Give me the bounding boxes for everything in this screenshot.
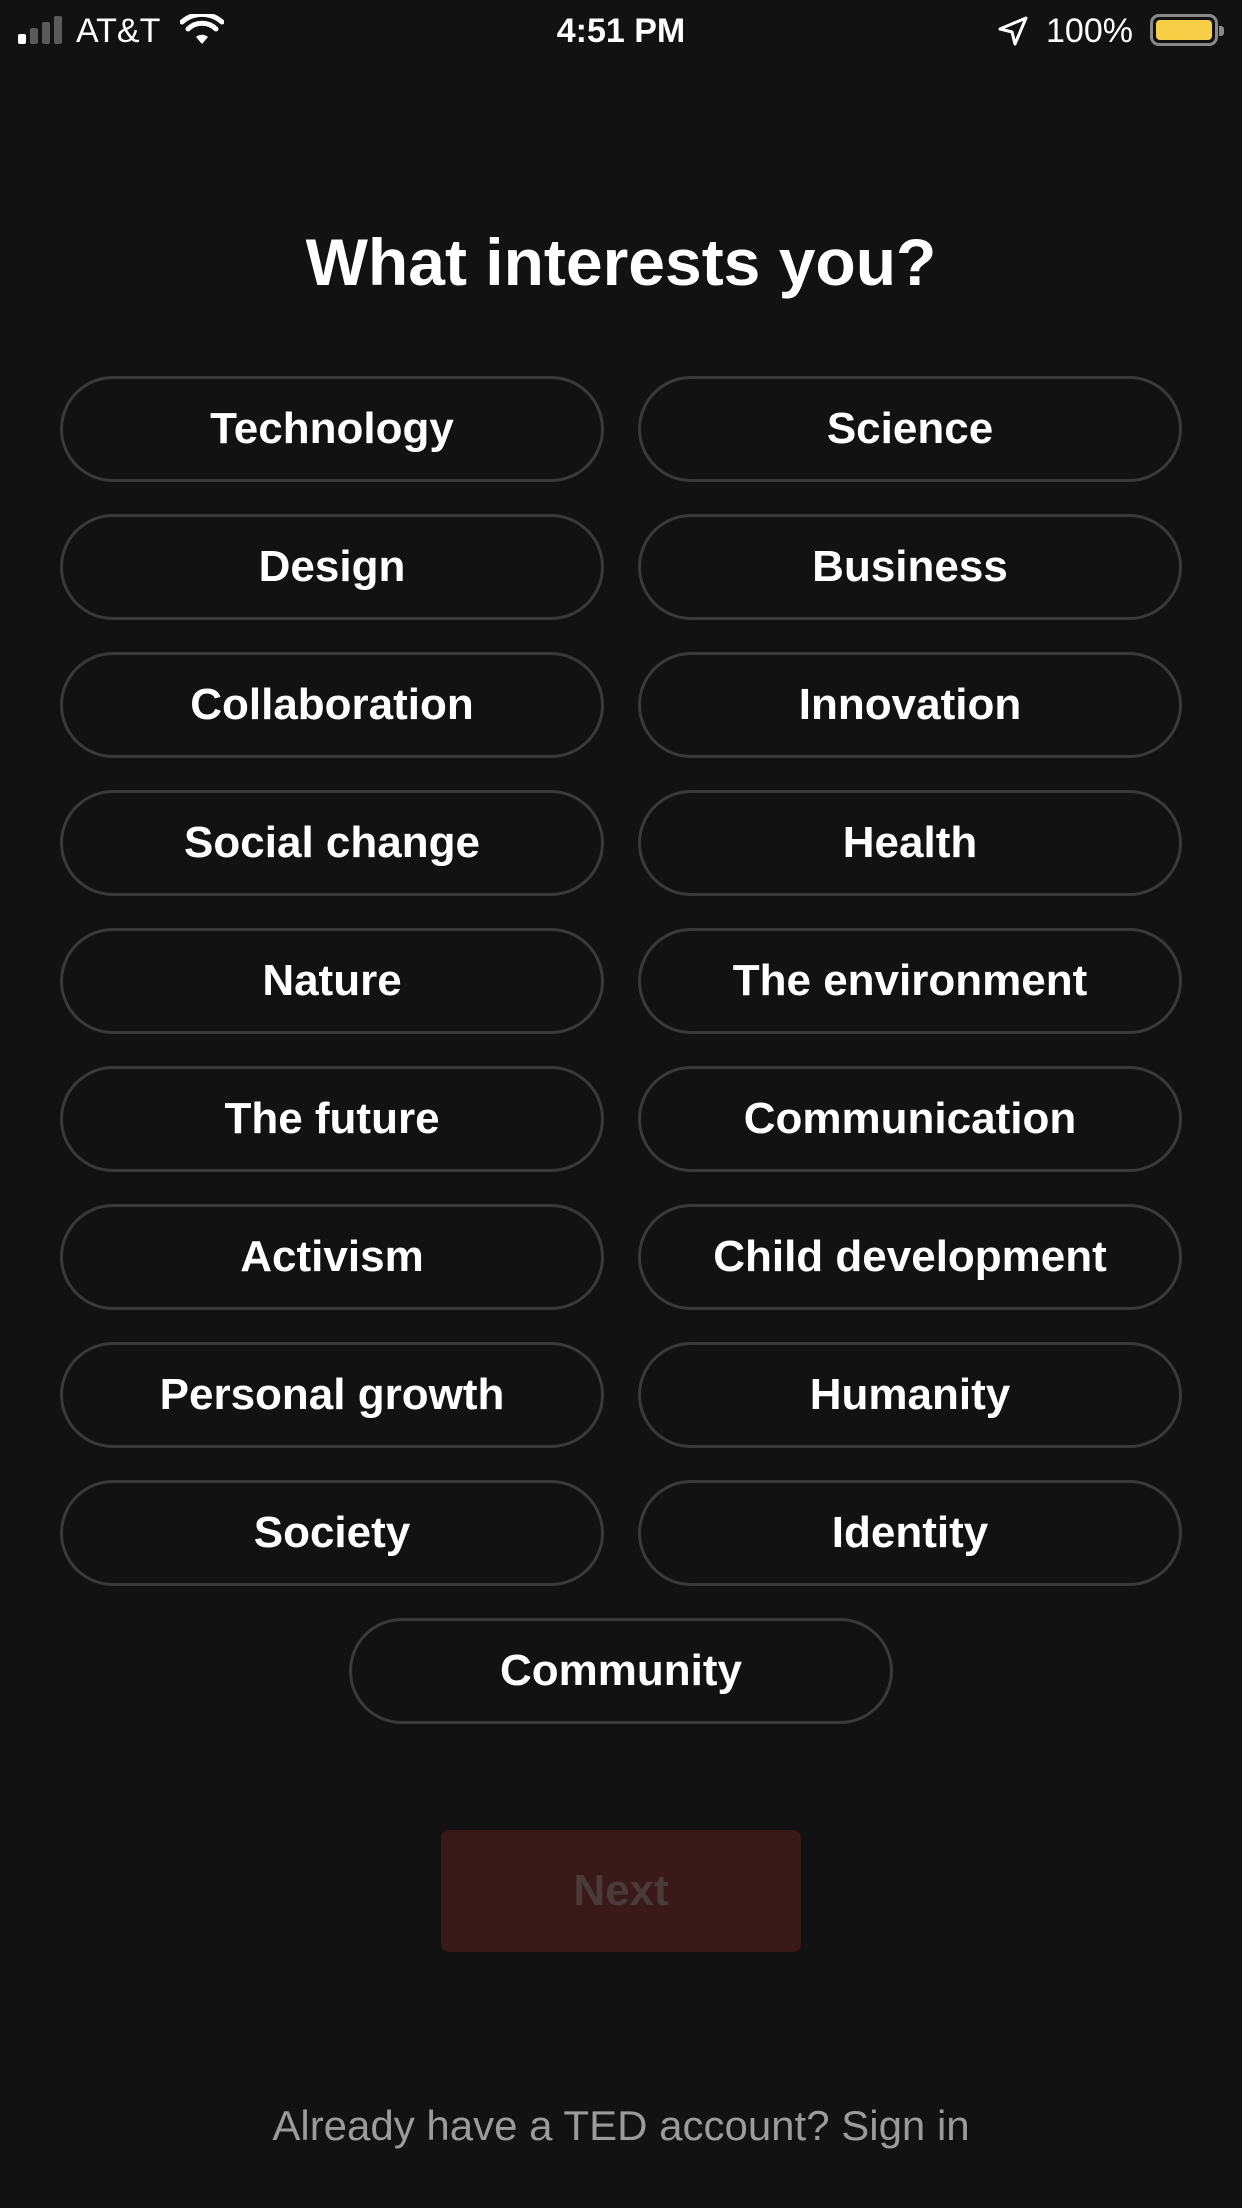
battery-icon bbox=[1150, 14, 1224, 46]
topic-child-development[interactable]: Child development bbox=[638, 1204, 1182, 1310]
topic-society[interactable]: Society bbox=[60, 1480, 604, 1586]
topic-innovation[interactable]: Innovation bbox=[638, 652, 1182, 758]
topic-technology[interactable]: Technology bbox=[60, 376, 604, 482]
topic-social-change[interactable]: Social change bbox=[60, 790, 604, 896]
page-title: What interests you? bbox=[305, 225, 937, 299]
topic-community[interactable]: Community bbox=[349, 1618, 893, 1724]
topic-list: Technology Science Design Business Colla… bbox=[60, 376, 1182, 1724]
topic-identity[interactable]: Identity bbox=[638, 1480, 1182, 1586]
topic-health[interactable]: Health bbox=[638, 790, 1182, 896]
status-bar: AT&T 4:51 PM 100% bbox=[0, 0, 1242, 62]
location-arrow-icon bbox=[998, 16, 1028, 46]
topic-activism[interactable]: Activism bbox=[60, 1204, 604, 1310]
topic-humanity[interactable]: Humanity bbox=[638, 1342, 1182, 1448]
topic-collaboration[interactable]: Collaboration bbox=[60, 652, 604, 758]
topic-science[interactable]: Science bbox=[638, 376, 1182, 482]
topic-design[interactable]: Design bbox=[60, 514, 604, 620]
topic-personal-growth[interactable]: Personal growth bbox=[60, 1342, 604, 1448]
topic-communication[interactable]: Communication bbox=[638, 1066, 1182, 1172]
topic-business[interactable]: Business bbox=[638, 514, 1182, 620]
topic-the-future[interactable]: The future bbox=[60, 1066, 604, 1172]
battery-percentage: 100% bbox=[1046, 12, 1133, 50]
topic-the-environment[interactable]: The environment bbox=[638, 928, 1182, 1034]
next-button[interactable]: Next bbox=[441, 1830, 801, 1952]
topic-nature[interactable]: Nature bbox=[60, 928, 604, 1034]
sign-in-link[interactable]: Already have a TED account? Sign in bbox=[0, 2100, 1242, 2152]
